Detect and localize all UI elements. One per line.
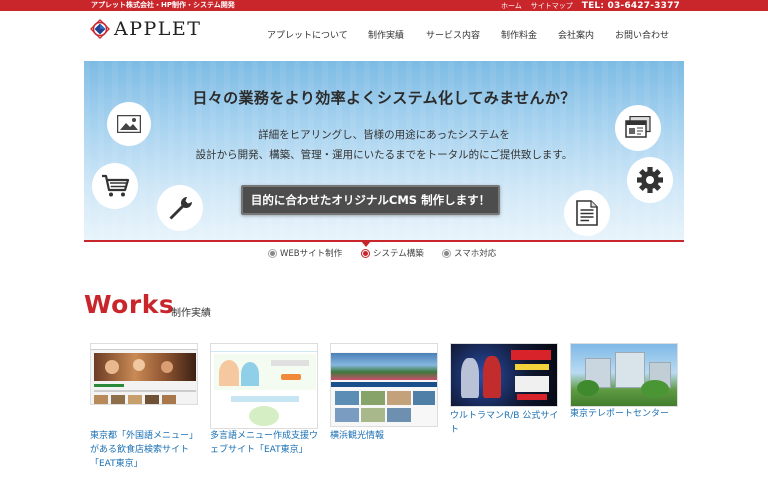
global-nav: アプレットについて 制作実績 サービス内容 制作料金 会社案内 お問い合わせ [0,29,768,43]
top-links: ホーム サイトマップ TEL: 03-6427-3377 [501,0,680,11]
work-thumbnail [570,343,678,407]
work-card-ultraman[interactable]: ウルトラマンR/B 公式サイト [450,343,560,435]
tab-label: システム構築 [373,249,424,259]
work-card-menu-support[interactable]: 多言語メニュー作成支援ウェブサイト「EAT東京」 [210,343,320,455]
nav-contact[interactable]: お問い合わせ [615,29,669,43]
hero-description-line1: 詳細をヒアリングし、皆様の用途にあったシステムを [258,129,510,141]
cart-icon [92,163,138,209]
radio-dot-icon [361,248,370,258]
phone-number: TEL: 03-6427-3377 [581,0,680,11]
home-link[interactable]: ホーム [501,1,522,11]
sitemap-link[interactable]: サイトマップ [531,1,573,11]
work-thumbnail [210,343,318,429]
hero-banner: 日々の業務をより効率よくシステム化してみませんか？ 詳細をヒアリングし、皆様の用… [84,61,684,241]
work-card-yokohama[interactable]: 横浜観光情報 [330,343,440,441]
hero-title: 日々の業務をより効率よくシステム化してみませんか？ [192,89,576,107]
wrench-icon [157,185,203,231]
nav-company[interactable]: 会社案内 [558,29,594,43]
tab-label: スマホ対応 [454,249,497,259]
document-icon [564,190,610,236]
works-heading: Works [84,290,175,319]
work-card-eat-tokyo[interactable]: 東京都「外国語メニュー」がある飲食店検索サイト「EAT東京」 [90,343,200,469]
gear-icon [627,157,673,203]
hero-description-line2: 設計から開発、構築、管理・運用にいたるまでをトータル的にご提供致します。 [195,149,573,161]
nav-works[interactable]: 制作実績 [368,29,404,43]
tab-smartphone[interactable]: スマホ対応 [442,247,496,259]
works-subheading: 制作実績 [171,308,211,319]
work-caption: 東京テレポートセンター [570,409,670,419]
radio-dot-icon [268,248,277,258]
tab-web-site[interactable]: WEBサイト制作 [268,247,342,259]
work-thumbnail [330,343,438,427]
cms-cta-button[interactable]: 目的に合わせたオリジナルCMS 制作します！ [241,185,500,215]
nav-about[interactable]: アプレットについて [267,29,348,43]
work-caption: 東京都「外国語メニュー」がある飲食店検索サイト「EAT東京」 [90,431,199,469]
hero-underline [84,240,684,242]
work-caption: 多言語メニュー作成支援ウェブサイト「EAT東京」 [210,431,319,455]
hero-tabs: WEBサイト制作 システム構築 スマホ対応 [0,247,768,259]
work-thumbnail [90,343,198,405]
nav-services[interactable]: サービス内容 [426,29,480,43]
top-bar: アプレット株式会社・HP制作・システム開発 ホーム サイトマップ TEL: 03… [0,0,768,11]
work-caption: 横浜観光情報 [330,431,385,441]
work-card-tokyo-teleport[interactable]: 東京テレポートセンター [570,343,680,419]
tab-label: WEBサイト制作 [280,249,343,259]
work-caption: ウルトラマンR/B 公式サイト [450,411,559,435]
work-thumbnail [450,343,558,407]
tab-system[interactable]: システム構築 [361,247,424,259]
nav-pricing[interactable]: 制作料金 [501,29,537,43]
radio-dot-icon [442,248,451,258]
company-tagline: アプレット株式会社・HP制作・システム開発 [91,1,235,9]
